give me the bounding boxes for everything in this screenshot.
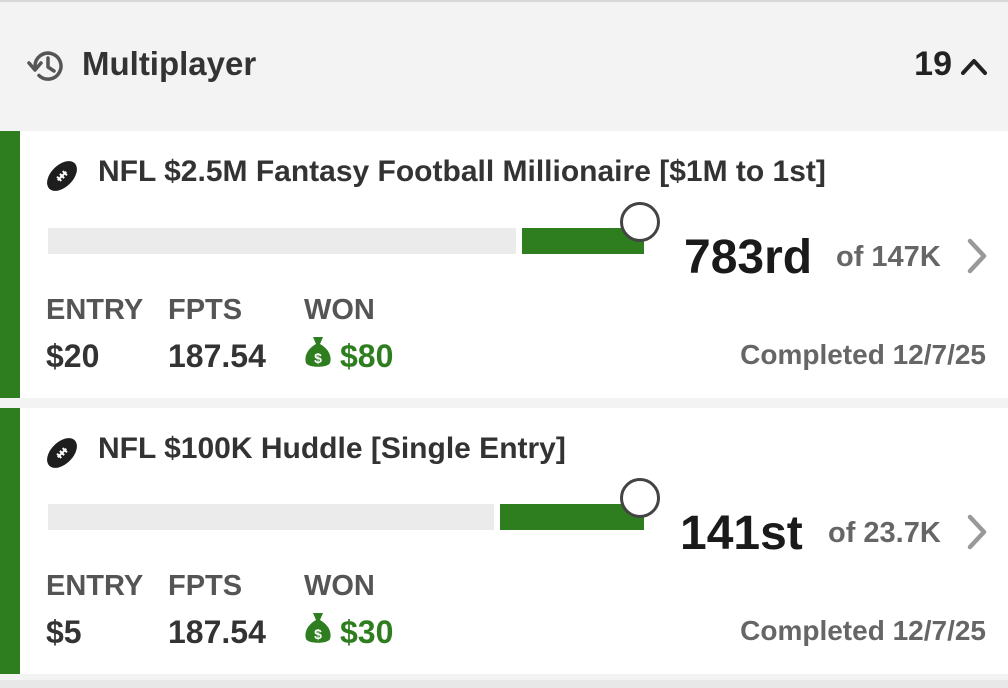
field-size: of 23.7K [828, 517, 941, 549]
entry-value: $5 [46, 614, 82, 650]
progress-track [48, 228, 516, 254]
contest-card[interactable]: NFL $100K Huddle [Single Entry] 141st of… [0, 408, 1008, 674]
accent-bar [0, 131, 20, 398]
rank: 783rd [684, 231, 813, 284]
moneybag-icon: $ [305, 337, 331, 367]
svg-text:$: $ [314, 626, 322, 642]
won-label: WON [304, 570, 375, 602]
entry-value: $20 [46, 338, 100, 374]
entry-label: ENTRY [46, 294, 144, 326]
contest-card[interactable]: NFL $2.5M Fantasy Football Millionaire [… [0, 131, 1008, 398]
contest-count: 19 [914, 45, 952, 83]
svg-text:$: $ [314, 350, 322, 366]
status-text: Completed 12/7/25 [740, 615, 986, 646]
won-value: $30 [340, 614, 394, 650]
fpts-label: FPTS [168, 570, 243, 602]
won-value: $80 [340, 338, 394, 374]
next-card-edge [0, 680, 1008, 688]
field-size: of 147K [836, 241, 941, 273]
fpts-value: 187.54 [168, 614, 266, 650]
fpts-value: 187.54 [168, 338, 266, 374]
football-icon [47, 438, 77, 468]
contest-title: NFL $100K Huddle [Single Entry] [98, 432, 566, 465]
rank: 141st [680, 507, 803, 560]
multiplayer-section-header[interactable]: Multiplayer 19 [0, 2, 1008, 130]
status-text: Completed 12/7/25 [740, 339, 986, 370]
progress-knob [620, 478, 660, 518]
won-label: WON [304, 294, 375, 326]
progress-track [48, 504, 494, 530]
history-icon [27, 51, 63, 81]
progress-knob [620, 202, 660, 242]
accent-bar [0, 408, 20, 674]
chevron-right-icon[interactable] [964, 236, 990, 276]
chevron-right-icon[interactable] [964, 512, 990, 552]
moneybag-icon: $ [305, 613, 331, 643]
contest-title: NFL $2.5M Fantasy Football Millionaire [… [98, 155, 826, 188]
entry-label: ENTRY [46, 570, 144, 602]
football-icon [47, 161, 77, 191]
chevron-up-icon[interactable] [958, 52, 990, 80]
fpts-label: FPTS [168, 294, 243, 326]
section-title: Multiplayer [82, 45, 257, 82]
